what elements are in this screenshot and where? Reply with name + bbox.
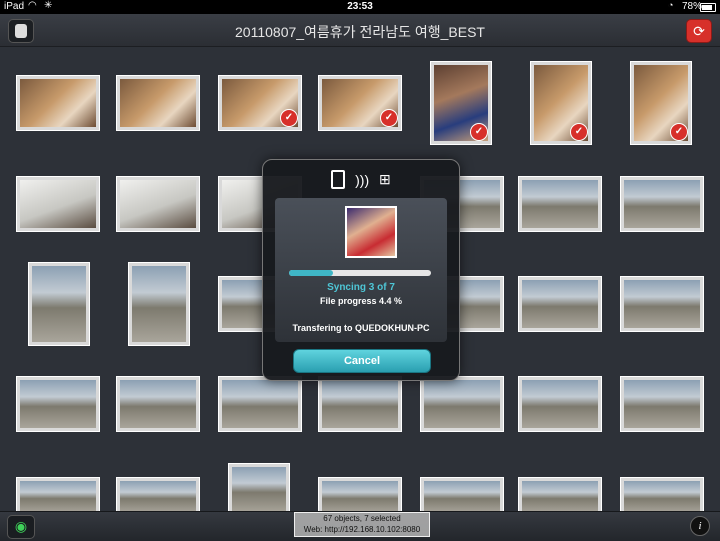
battery-icon bbox=[700, 3, 716, 12]
tablet-icon bbox=[331, 170, 346, 189]
photo-thumbnail[interactable]: ✓ bbox=[430, 61, 492, 145]
status-bar: iPad ◠ ✳ 23:53 ◔ 78% bbox=[0, 0, 720, 14]
battery-percent: 78% bbox=[682, 1, 703, 12]
checkmark-icon: ✓ bbox=[670, 123, 688, 141]
photo-thumbnail[interactable]: ✓ bbox=[630, 61, 692, 145]
checkmark-icon: ✓ bbox=[280, 109, 298, 127]
eye-icon: ◉ bbox=[14, 518, 28, 534]
photo-thumbnail[interactable] bbox=[318, 376, 402, 432]
photo-thumbnail[interactable] bbox=[620, 276, 704, 332]
eye-button[interactable]: ◉ bbox=[7, 515, 35, 539]
photo-thumbnail[interactable] bbox=[128, 262, 190, 346]
checkmark-icon: ✓ bbox=[380, 109, 398, 127]
sync-dialog: ))) ⊞ Syncing 3 of 7 File progress 4.4 %… bbox=[262, 159, 460, 381]
rotation-lock-icon: ◔ bbox=[668, 0, 674, 10]
album-title: 20110807_여름휴가 전라남도 여행_BEST bbox=[235, 24, 485, 40]
wireless-waves-icon: ))) bbox=[355, 171, 370, 188]
photo-thumbnail[interactable]: ✓ bbox=[318, 75, 402, 131]
photo-thumbnail[interactable] bbox=[28, 262, 90, 346]
photo-thumbnail[interactable] bbox=[518, 176, 602, 232]
transfer-target: Transfering to QUEDOKHUN-PC bbox=[292, 323, 430, 333]
photo-thumbnail[interactable] bbox=[620, 176, 704, 232]
bottom-toolbar: ◉ 67 objects, 7 selected Web: http://192… bbox=[0, 511, 720, 541]
sync-route-icons: ))) ⊞ bbox=[263, 170, 459, 189]
clock: 23:53 bbox=[347, 1, 373, 12]
file-progress: File progress 4.4 % bbox=[319, 296, 403, 306]
photo-thumbnail[interactable] bbox=[218, 376, 302, 432]
sync-arrows-icon: ⟳ bbox=[693, 23, 705, 39]
photo-thumbnail[interactable]: ✓ bbox=[218, 75, 302, 131]
photo-thumbnail[interactable] bbox=[16, 176, 100, 232]
checkmark-icon: ✓ bbox=[570, 123, 588, 141]
sync-progress-fill bbox=[289, 270, 334, 276]
sync-panel: Syncing 3 of 7 File progress 4.4 % Trans… bbox=[275, 198, 447, 342]
photo-thumbnail[interactable]: ✓ bbox=[530, 61, 592, 145]
cancel-button[interactable]: Cancel bbox=[293, 349, 431, 373]
title-bar: 20110807_여름휴가 전라남도 여행_BEST ⟳ bbox=[0, 14, 720, 47]
photo-thumbnail[interactable] bbox=[228, 463, 290, 517]
web-address: Web: http://192.168.10.102:8080 bbox=[303, 525, 421, 534]
objects-summary: 67 objects, 7 selected bbox=[323, 514, 401, 523]
photo-thumbnail[interactable] bbox=[116, 376, 200, 432]
photo-thumbnail[interactable] bbox=[16, 376, 100, 432]
photo-thumbnail[interactable] bbox=[518, 276, 602, 332]
windows-logo-icon: ⊞ bbox=[379, 171, 391, 187]
current-photo-thumbnail bbox=[345, 206, 397, 258]
syncing-status: Syncing 3 of 7 bbox=[327, 282, 395, 293]
photo-thumbnail[interactable] bbox=[116, 176, 200, 232]
sync-progress-bar bbox=[289, 270, 431, 276]
photo-thumbnail[interactable] bbox=[518, 376, 602, 432]
info-button[interactable]: i bbox=[690, 516, 710, 536]
photo-thumbnail[interactable] bbox=[620, 376, 704, 432]
sync-button[interactable]: ⟳ bbox=[686, 19, 712, 43]
server-info: 67 objects, 7 selected Web: http://192.1… bbox=[294, 512, 430, 537]
photo-thumbnail[interactable] bbox=[420, 376, 504, 432]
info-icon: i bbox=[698, 520, 702, 532]
photo-thumbnail[interactable] bbox=[16, 75, 100, 131]
checkmark-icon: ✓ bbox=[470, 123, 488, 141]
photo-thumbnail[interactable] bbox=[116, 75, 200, 131]
